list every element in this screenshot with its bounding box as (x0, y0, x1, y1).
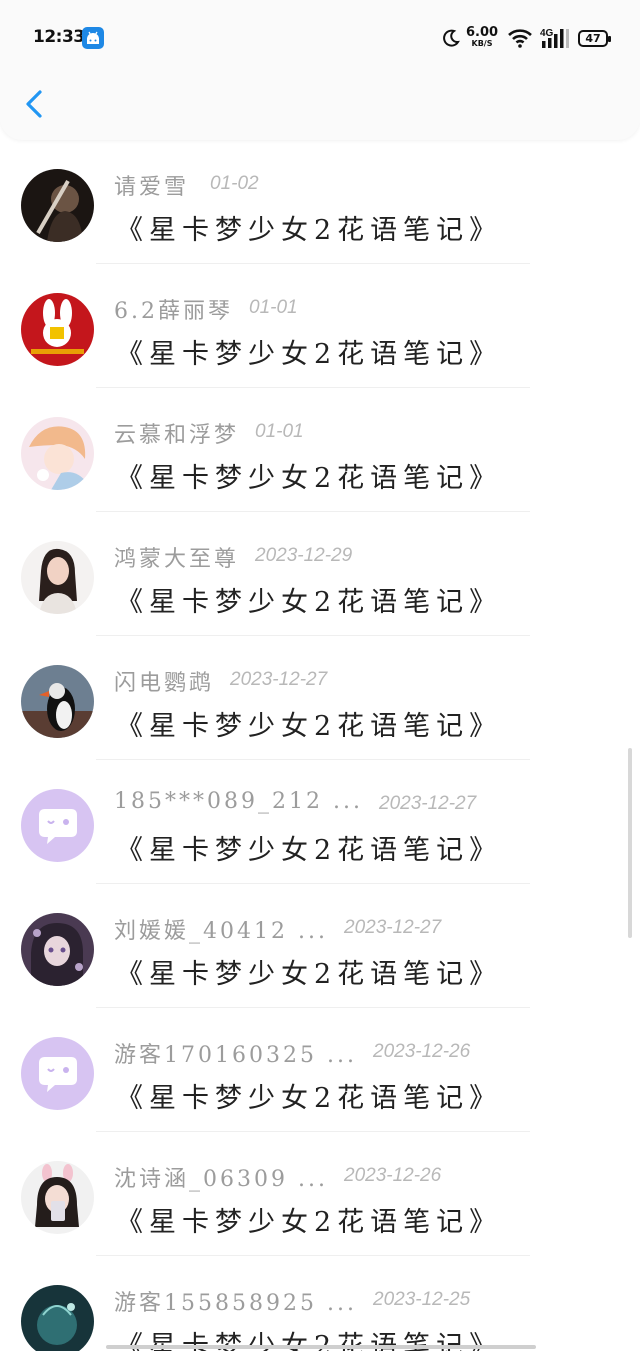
item-meta: 6.2薛丽琴 01-01 (114, 293, 534, 324)
avatar[interactable] (21, 913, 94, 986)
avatar[interactable] (21, 169, 94, 242)
item-meta: 云慕和浮梦 01-01 (114, 417, 534, 448)
book-title: 《星卡梦少女2花语笔记》 (116, 1083, 503, 1114)
avatar[interactable] (21, 1285, 94, 1351)
network-speed-value: 6.00 (466, 25, 499, 40)
item-meta: 游客155858925 ... 2023-12-25 (114, 1285, 534, 1316)
reading-record-list: 请爱雪 01-02 《星卡梦少女2花语笔记》 6.2薛丽琴 01-01 《星卡梦少女2花语… (0, 140, 640, 1351)
network-speed: 6.00 KB/S (466, 26, 498, 49)
item-meta: 游客170160325 ... 2023-12-26 (114, 1037, 534, 1068)
user-name: 6.2薛丽琴 (114, 299, 233, 324)
avatar[interactable] (21, 665, 94, 738)
date-label: 2023-12-26 (373, 1041, 471, 1062)
book-title: 《星卡梦少女2花语笔记》 (116, 463, 503, 494)
user-name: 请爱雪 (114, 175, 190, 200)
book-title: 《星卡梦少女2花语笔记》 (116, 711, 503, 742)
home-indicator (106, 1345, 536, 1349)
user-name: 刘媛媛_40412 ... (114, 919, 328, 944)
top-bar: 12:33 6.00 KB/S 4G 47 (0, 0, 640, 140)
user-name: 云慕和浮梦 (114, 423, 240, 448)
item-meta: 185***089_212 ... 2023-12-27 (114, 789, 534, 819)
cellular-signal-icon: 4G (540, 27, 570, 53)
date-label: 2023-12-26 (344, 1165, 442, 1186)
status-bar: 12:33 6.00 KB/S 4G 47 (0, 0, 640, 76)
date-label: 2023-12-27 (230, 669, 328, 690)
user-name: 沈诗涵_06309 ... (114, 1167, 328, 1192)
wifi-icon (507, 28, 533, 52)
item-meta: 鸿蒙大至尊 2023-12-29 (114, 541, 534, 572)
list-item[interactable]: 6.2薛丽琴 01-01 《星卡梦少女2花语笔记》 (0, 264, 640, 388)
user-name: 185***089_212 ... (114, 789, 363, 814)
network-type-label: 4G (540, 28, 554, 39)
book-title: 《星卡梦少女2花语笔记》 (116, 339, 503, 370)
list-item[interactable]: 云慕和浮梦 01-01 《星卡梦少女2花语笔记》 (0, 388, 640, 512)
battery-level: 47 (585, 32, 601, 45)
date-label: 2023-12-27 (379, 793, 477, 814)
avatar[interactable] (21, 293, 94, 366)
user-name: 游客155858925 ... (114, 1291, 357, 1316)
android-app-icon (82, 27, 104, 49)
do-not-disturb-moon-icon (442, 29, 460, 51)
network-speed-unit: KB/S (471, 39, 493, 48)
screen: 12:33 6.00 KB/S 4G 47 请爱雪 01-02 《星卡梦少女2花… (0, 0, 640, 1351)
item-meta: 闪电鹦鹉 2023-12-27 (114, 665, 534, 696)
avatar[interactable] (21, 789, 94, 862)
list-item[interactable]: 沈诗涵_06309 ... 2023-12-26 《星卡梦少女2花语笔记》 (0, 1132, 640, 1256)
scrollbar[interactable] (628, 748, 632, 938)
avatar[interactable] (21, 1037, 94, 1110)
item-meta: 请爱雪 01-02 (114, 169, 534, 200)
item-meta: 刘媛媛_40412 ... 2023-12-27 (114, 913, 534, 944)
user-name: 游客170160325 ... (114, 1043, 357, 1068)
list-item[interactable]: 闪电鹦鹉 2023-12-27 《星卡梦少女2花语笔记》 (0, 636, 640, 760)
battery-icon: 47 (578, 30, 611, 47)
date-label: 2023-12-29 (255, 545, 353, 566)
back-button[interactable] (20, 84, 56, 124)
book-title: 《星卡梦少女2花语笔记》 (116, 1207, 503, 1238)
list-item[interactable]: 刘媛媛_40412 ... 2023-12-27 《星卡梦少女2花语笔记》 (0, 884, 640, 1008)
list-item[interactable]: 鸿蒙大至尊 2023-12-29 《星卡梦少女2花语笔记》 (0, 512, 640, 636)
list-item[interactable]: 游客170160325 ... 2023-12-26 《星卡梦少女2花语笔记》 (0, 1008, 640, 1132)
book-title: 《星卡梦少女2花语笔记》 (116, 835, 503, 866)
chevron-left-icon (26, 90, 42, 118)
user-name: 闪电鹦鹉 (114, 671, 215, 696)
book-title: 《星卡梦少女2花语笔记》 (116, 959, 503, 990)
date-label: 01-01 (255, 421, 304, 442)
list-item[interactable]: 请爱雪 01-02 《星卡梦少女2花语笔记》 (0, 140, 640, 264)
list-item[interactable]: 游客155858925 ... 2023-12-25 《星卡梦少女2花语笔记》 (0, 1256, 640, 1351)
book-title: 《星卡梦少女2花语笔记》 (116, 587, 503, 618)
book-title: 《星卡梦少女2花语笔记》 (116, 215, 503, 246)
date-label: 2023-12-27 (344, 917, 442, 938)
avatar[interactable] (21, 417, 94, 490)
status-time: 12:33 (33, 27, 85, 47)
avatar[interactable] (21, 1161, 94, 1234)
date-label: 01-01 (249, 297, 298, 318)
item-meta: 沈诗涵_06309 ... 2023-12-26 (114, 1161, 534, 1192)
list-item[interactable]: 185***089_212 ... 2023-12-27 《星卡梦少女2花语笔记》 (0, 760, 640, 884)
date-label: 01-02 (210, 173, 259, 194)
date-label: 2023-12-25 (373, 1289, 471, 1310)
user-name: 鸿蒙大至尊 (114, 547, 240, 572)
avatar[interactable] (21, 541, 94, 614)
